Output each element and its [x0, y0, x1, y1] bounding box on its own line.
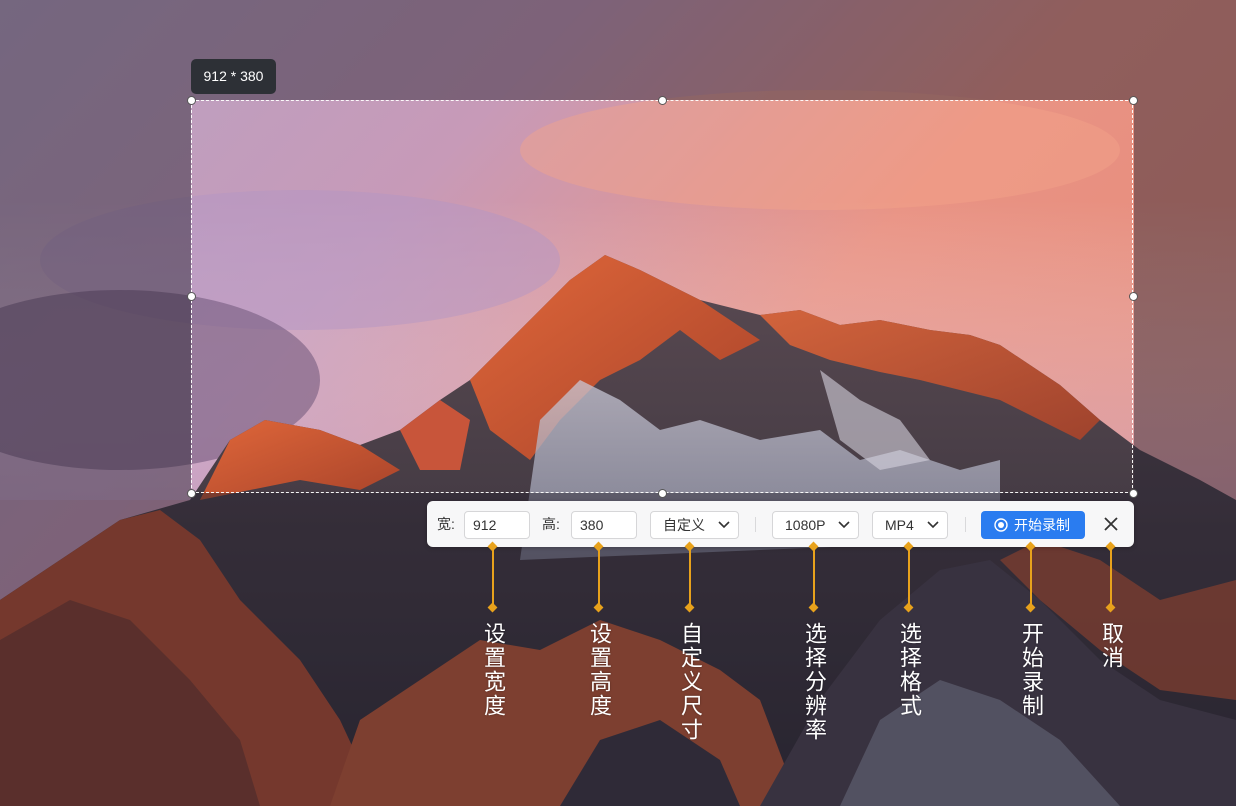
annotation-set-width: 设置宽度 [480, 622, 505, 718]
record-icon [994, 518, 1008, 532]
resize-handle-bottom-left[interactable] [187, 489, 196, 498]
resize-handle-top[interactable] [658, 96, 667, 105]
height-label: 高: [542, 516, 560, 532]
annotation-set-height: 设置高度 [586, 622, 611, 718]
annotation-select-format: 选择格式 [896, 622, 921, 718]
annotation-select-resolution: 选择分辨率 [801, 622, 826, 742]
resolution-value: 1080P [785, 517, 826, 533]
size-preset-value: 自定义 [663, 517, 705, 533]
toolbar-divider [965, 517, 966, 532]
width-input[interactable]: 912 [464, 511, 530, 539]
format-dropdown[interactable]: MP4 [872, 511, 948, 539]
annotation-line [1030, 548, 1032, 608]
chevron-down-icon [927, 521, 939, 529]
close-icon[interactable] [1101, 514, 1121, 534]
start-recording-label: 开始录制 [1014, 517, 1070, 533]
resize-handle-bottom[interactable] [658, 489, 667, 498]
annotation-line [1110, 548, 1112, 608]
chevron-down-icon [718, 521, 730, 529]
height-input[interactable]: 380 [571, 511, 637, 539]
start-recording-button[interactable]: 开始录制 [981, 511, 1085, 539]
annotation-line [908, 548, 910, 608]
annotation-custom-size: 自定义尺寸 [677, 622, 702, 742]
resize-handle-bottom-right[interactable] [1129, 489, 1138, 498]
resize-handle-top-right[interactable] [1129, 96, 1138, 105]
selection-rectangle[interactable] [191, 100, 1133, 493]
annotation-line [598, 548, 600, 608]
format-value: MP4 [885, 517, 914, 533]
annotation-line [492, 548, 494, 608]
recording-toolbar: 宽: 912 高: 380 自定义 1080P MP4 开始录制 [427, 501, 1134, 547]
selection-size-label: 912 * 380 [191, 59, 276, 94]
resize-handle-left[interactable] [187, 292, 196, 301]
annotation-line [813, 548, 815, 608]
annotation-cancel: 取消 [1098, 622, 1123, 670]
size-preset-dropdown[interactable]: 自定义 [650, 511, 739, 539]
resolution-dropdown[interactable]: 1080P [772, 511, 859, 539]
resize-handle-top-left[interactable] [187, 96, 196, 105]
annotation-start-recording: 开始录制 [1018, 622, 1043, 718]
toolbar-divider [755, 517, 756, 532]
annotation-line [689, 548, 691, 608]
resize-handle-right[interactable] [1129, 292, 1138, 301]
width-label: 宽: [437, 516, 455, 532]
chevron-down-icon [838, 521, 850, 529]
